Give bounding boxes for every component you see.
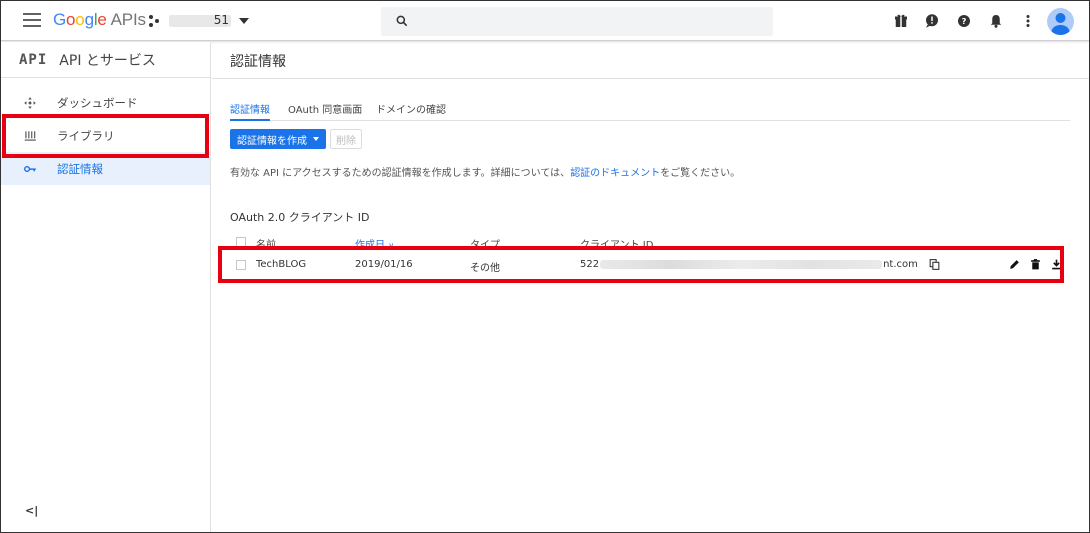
notifications-icon[interactable] — [987, 12, 1005, 30]
tab-domain-verification[interactable]: ドメインの確認 — [376, 101, 446, 121]
sidebar-item-label: ダッシュボード — [57, 95, 138, 110]
top-bar: Google APIs 51 ? — [1, 1, 1089, 41]
redacted-text — [600, 259, 883, 269]
feedback-icon[interactable] — [923, 12, 941, 30]
help-icon[interactable]: ? — [955, 12, 973, 30]
section-title: OAuth 2.0 クライアント ID — [230, 211, 370, 224]
sidebar-item-credentials[interactable]: 認証情報 — [1, 152, 210, 185]
sidebar-item-dashboard[interactable]: ダッシュボード — [1, 86, 210, 119]
sidebar-item-library[interactable]: ライブラリ — [1, 119, 210, 152]
key-icon — [24, 165, 36, 173]
page-title: 認証情報 — [230, 54, 286, 70]
table-row[interactable]: TechBLOG 2019/01/16 その他 522 nt.com — [222, 252, 1063, 278]
create-credentials-button[interactable]: 認証情報を作成 — [230, 129, 326, 149]
user-icon — [1051, 13, 1070, 35]
sidebar-title: API とサービス — [59, 52, 156, 69]
gift-icon[interactable] — [892, 12, 910, 30]
edit-icon[interactable] — [1008, 258, 1021, 271]
download-icon[interactable] — [1050, 258, 1063, 271]
library-icon — [24, 131, 36, 141]
avatar[interactable] — [1047, 8, 1074, 35]
more-vert-icon[interactable] — [1019, 12, 1037, 30]
select-all-checkbox[interactable] — [236, 237, 246, 247]
column-header-type[interactable]: タイプ — [470, 236, 500, 251]
delete-button: 削除 — [330, 129, 362, 149]
google-apis-logo[interactable]: Google APIs — [53, 10, 146, 30]
project-selector[interactable]: 51 — [149, 11, 249, 31]
column-header-name[interactable]: 名前 — [256, 236, 276, 251]
delete-icon[interactable] — [1029, 258, 1042, 271]
sidebar-header: API API とサービス — [1, 42, 210, 78]
chevron-down-icon — [313, 137, 319, 141]
column-header-client-id[interactable]: クライアント ID — [580, 236, 653, 251]
tab-credentials[interactable]: 認証情報 — [230, 101, 270, 121]
column-header-created[interactable]: 作成日 ∨ — [355, 236, 394, 251]
sort-arrow-icon: ∨ — [388, 241, 395, 250]
svg-text:?: ? — [962, 16, 967, 26]
tab-bar: 認証情報 OAuth 同意画面 ドメインの確認 — [230, 97, 1070, 121]
project-name: 51 — [169, 15, 231, 27]
copy-icon[interactable] — [928, 258, 941, 271]
row-checkbox[interactable] — [236, 260, 246, 270]
client-name[interactable]: TechBLOG — [256, 259, 306, 270]
chevron-down-icon — [239, 18, 249, 24]
search-icon — [396, 15, 408, 27]
sidebar-item-label: 認証情報 — [57, 161, 103, 176]
tab-oauth-consent[interactable]: OAuth 同意画面 — [288, 101, 362, 121]
description-text: 有効な API にアクセスするための認証情報を作成します。詳細については、認証の… — [230, 168, 741, 179]
page-header: 認証情報 — [212, 42, 1089, 79]
client-type: その他 — [470, 263, 500, 274]
apis-label: APIs — [110, 10, 146, 29]
search-input[interactable] — [381, 7, 773, 36]
client-id: 522 nt.com — [580, 259, 918, 270]
sidebar-item-label: ライブラリ — [57, 128, 115, 143]
menu-icon[interactable] — [23, 13, 41, 27]
created-date: 2019/01/16 — [355, 259, 413, 270]
api-badge: API — [19, 51, 48, 68]
project-icon — [149, 15, 161, 27]
sidebar: API API とサービス ダッシュボード ライブラリ 認証情報 <| — [1, 42, 211, 532]
collapse-sidebar-button[interactable]: <| — [25, 504, 38, 517]
dashboard-icon — [24, 97, 36, 109]
docs-link[interactable]: 認証のドキュメント — [570, 168, 660, 179]
